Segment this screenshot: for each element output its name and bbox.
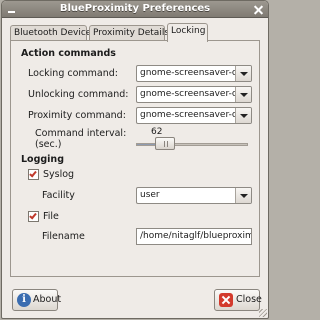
chevron-down-icon <box>240 194 248 198</box>
tab-bluetooth-device-label: Bluetooth Device <box>14 28 92 38</box>
command-interval-unit-label: (sec.) <box>35 139 62 150</box>
locking-panel: Action commands Locking command: gnome-s… <box>10 40 260 277</box>
close-button-label: Close <box>236 294 262 305</box>
titlebar[interactable]: BlueProximity Preferences <box>2 1 268 18</box>
tab-locking[interactable]: Locking <box>167 23 208 42</box>
filename-value: /home/nitaglf/blueproximity <box>140 231 251 241</box>
preferences-window: BlueProximity Preferences Bluetooth Devi… <box>1 0 269 319</box>
tab-proximity-details[interactable]: Proximity Details <box>89 25 169 41</box>
window-title: BlueProximity Preferences <box>59 3 211 14</box>
unlocking-command-value: gnome-screensaver-command -d <box>140 89 235 99</box>
close-button[interactable]: Close <box>214 289 262 311</box>
unlocking-command-dropdown[interactable] <box>235 87 251 102</box>
about-button-label: About <box>33 294 62 305</box>
window-close-icon[interactable] <box>253 4 264 15</box>
checkmark-icon <box>29 211 37 220</box>
facility-combo[interactable]: user <box>136 187 252 204</box>
file-label: File <box>43 211 59 222</box>
proximity-command-dropdown[interactable] <box>235 108 251 123</box>
logging-heading: Logging <box>21 154 65 165</box>
proximity-command-value: gnome-screensaver-command -p <box>140 110 235 120</box>
chevron-down-icon <box>240 72 248 76</box>
tab-proximity-details-label: Proximity Details <box>93 28 170 38</box>
action-commands-heading: Action commands <box>21 48 116 59</box>
facility-value: user <box>140 190 160 200</box>
locking-command-value: gnome-screensaver-command -l <box>140 68 235 78</box>
chevron-down-icon <box>240 114 248 118</box>
tab-locking-label: Locking <box>171 26 206 36</box>
checkmark-icon <box>29 169 37 178</box>
syslog-label: Syslog <box>43 169 75 180</box>
facility-dropdown[interactable] <box>235 188 251 203</box>
filename-input[interactable]: /home/nitaglf/blueproximity <box>136 228 252 245</box>
locking-command-combo[interactable]: gnome-screensaver-command -l <box>136 65 252 82</box>
unlocking-command-combo[interactable]: gnome-screensaver-command -d <box>136 86 252 103</box>
command-interval-label: Command interval: <box>35 128 127 139</box>
command-interval-value: 62 <box>151 127 163 137</box>
about-button[interactable]: i About <box>12 289 62 311</box>
unlocking-command-label: Unlocking command: <box>28 89 129 100</box>
tab-bluetooth-device[interactable]: Bluetooth Device <box>10 25 91 41</box>
command-interval-slider-handle[interactable] <box>155 137 176 150</box>
locking-command-dropdown[interactable] <box>235 66 251 81</box>
filename-label: Filename <box>42 231 85 242</box>
info-icon: i <box>17 293 31 307</box>
file-checkbox[interactable] <box>28 211 39 222</box>
proximity-command-combo[interactable]: gnome-screensaver-command -p <box>136 107 252 124</box>
facility-label: Facility <box>42 190 75 201</box>
chevron-down-icon <box>240 93 248 97</box>
command-interval-track[interactable] <box>136 143 248 146</box>
locking-command-label: Locking command: <box>28 68 118 79</box>
proximity-command-label: Proximity command: <box>28 110 126 121</box>
resize-grip[interactable] <box>259 309 267 317</box>
syslog-checkbox[interactable] <box>28 169 39 180</box>
close-icon <box>219 293 233 307</box>
